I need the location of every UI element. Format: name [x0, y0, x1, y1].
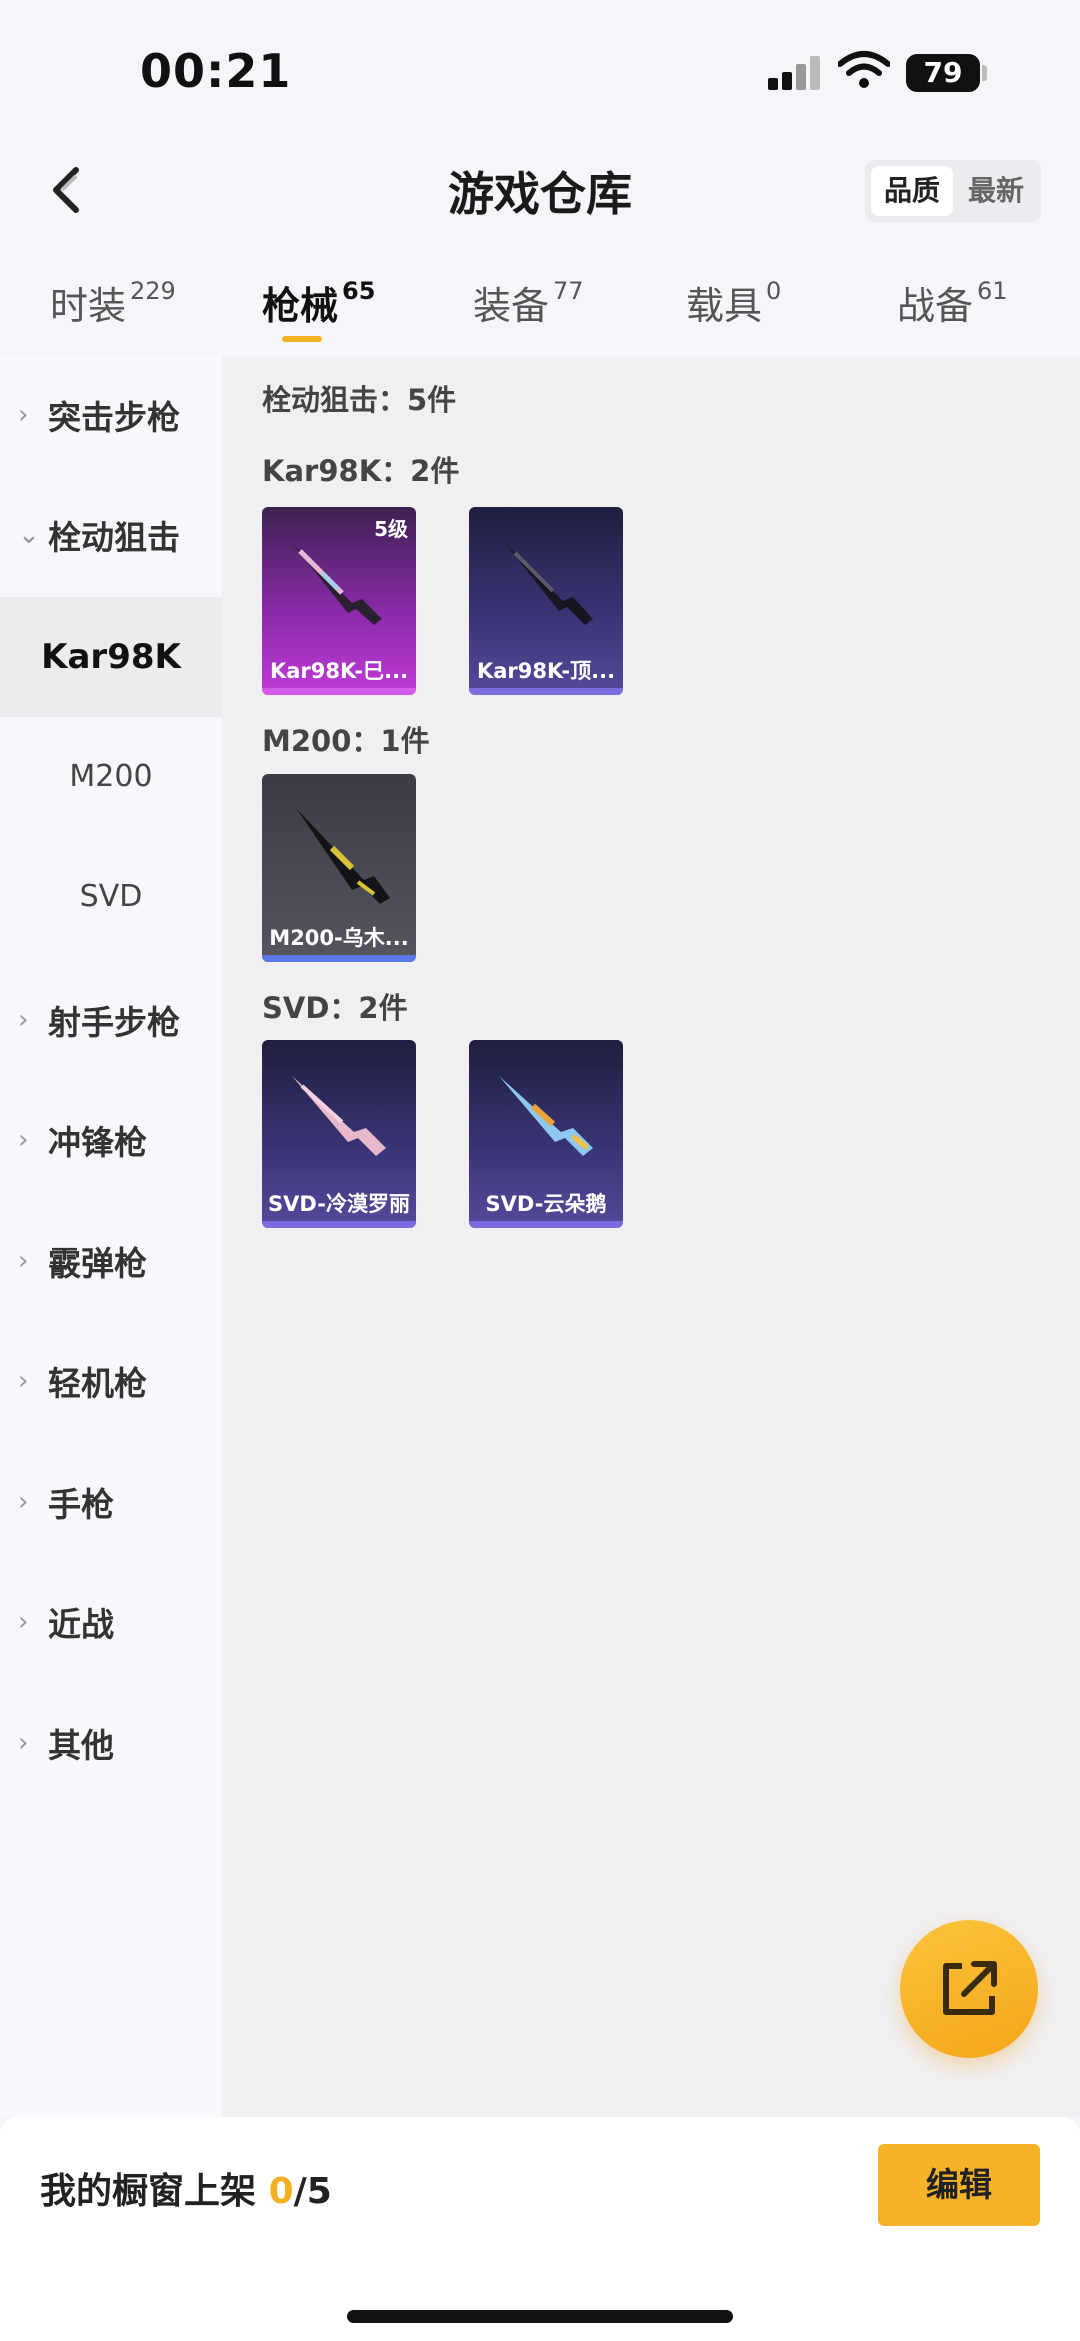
- rifle-icon: [292, 1076, 386, 1156]
- group-title: M200：1件: [262, 724, 430, 758]
- sidebar-item-pistol[interactable]: › 手枪: [0, 1462, 222, 1542]
- tab-count: 229: [130, 277, 176, 306]
- showcase-label: 我的橱窗上架 0/5: [40, 2162, 332, 2214]
- sort-newest-button[interactable]: 最新: [955, 166, 1037, 216]
- tab-label: 枪械: [262, 284, 339, 328]
- sidebar-item-assault-rifle[interactable]: › 突击步枪: [0, 375, 222, 455]
- sidebar-sub-m200[interactable]: M200: [0, 717, 222, 837]
- sidebar-item-label: 霰弹枪: [48, 1244, 147, 1283]
- rarity-bar: [262, 688, 416, 695]
- chevron-right-icon: ›: [18, 400, 29, 430]
- sidebar-item-label: 栓动狙击: [48, 518, 180, 557]
- chevron-right-icon: ›: [18, 1487, 29, 1517]
- chevron-right-icon: ›: [18, 1125, 29, 1155]
- tab-count: 0: [766, 277, 782, 306]
- tab-supplies[interactable]: 战备 61: [897, 275, 1008, 330]
- item-card[interactable]: SVD-冷漠罗丽: [262, 1040, 416, 1228]
- tab-fashion[interactable]: 时装 229: [50, 275, 176, 330]
- chevron-right-icon: ›: [18, 1366, 29, 1396]
- level-badge: 5级: [374, 517, 408, 541]
- tab-label: 装备: [473, 284, 550, 328]
- item-name: M200-乌木...: [269, 926, 409, 950]
- group-title: SVD：2件: [262, 991, 408, 1025]
- tab-equipment[interactable]: 装备 77: [473, 275, 584, 330]
- sidebar-sub-kar98k[interactable]: Kar98K: [0, 597, 222, 717]
- edit-button[interactable]: 编辑: [878, 2144, 1040, 2226]
- chevron-right-icon: ›: [18, 1607, 29, 1637]
- item-name: SVD-云朵鹅: [485, 1192, 607, 1216]
- sidebar-item-label: 轻机枪: [48, 1364, 147, 1403]
- sort-quality-button[interactable]: 品质: [871, 166, 953, 216]
- tab-vehicles[interactable]: 载具 0: [686, 275, 781, 330]
- tab-guns[interactable]: 枪械 65: [262, 275, 375, 330]
- sidebar: › 突击步枪 ⌄ 栓动狙击 Kar98K M200 SVD › 射手步枪 › 冲锋枪 ›…: [0, 357, 222, 2117]
- tab-indicator: [282, 336, 322, 342]
- item-name: SVD-冷漠罗丽: [268, 1192, 410, 1216]
- chevron-right-icon: ›: [18, 1246, 29, 1276]
- tab-count: 61: [977, 277, 1008, 306]
- sidebar-item-label: 手枪: [48, 1485, 114, 1524]
- showcase-count: 0: [268, 2171, 294, 2212]
- sidebar-item-label: 突击步枪: [48, 398, 180, 437]
- battery-cap: [982, 65, 987, 81]
- chevron-down-icon: ⌄: [18, 520, 40, 550]
- tab-label: 战备: [897, 284, 974, 328]
- item-name: Kar98K-巳...: [269, 659, 409, 683]
- tab-label: 载具: [686, 284, 763, 328]
- signal-icon: [768, 56, 824, 90]
- rifle-icon: [292, 543, 382, 625]
- tab-count: 77: [553, 277, 584, 306]
- rifle-icon: [296, 808, 390, 904]
- group-title: Kar98K：2件: [262, 454, 460, 488]
- tab-label: 时装: [50, 284, 127, 328]
- rarity-bar: [469, 1221, 623, 1228]
- sidebar-sub-svd[interactable]: SVD: [0, 837, 222, 957]
- item-name: Kar98K-顶...: [476, 659, 616, 683]
- chevron-right-icon: ›: [18, 1005, 29, 1035]
- showcase-total: /5: [293, 2171, 332, 2212]
- chevron-right-icon: ›: [18, 1728, 29, 1758]
- sidebar-item-label: 近战: [48, 1605, 114, 1644]
- sidebar-item-shotgun[interactable]: › 霰弹枪: [0, 1221, 222, 1301]
- item-card[interactable]: Kar98K-顶...: [469, 507, 623, 695]
- home-indicator[interactable]: [347, 2310, 733, 2323]
- rifle-icon: [505, 543, 593, 625]
- sidebar-item-other[interactable]: › 其他: [0, 1703, 222, 1783]
- sidebar-item-lmg[interactable]: › 轻机枪: [0, 1341, 222, 1421]
- tab-count: 65: [342, 277, 376, 306]
- status-time: 00:21: [140, 44, 292, 98]
- rarity-bar: [262, 955, 416, 962]
- rarity-bar: [262, 1221, 416, 1228]
- rarity-bar: [469, 688, 623, 695]
- share-icon: [943, 1961, 997, 2015]
- item-card[interactable]: 5级 Kar98K-巳...: [262, 507, 416, 695]
- item-card[interactable]: M200-乌木...: [262, 774, 416, 962]
- sort-toggle[interactable]: 品质 最新: [865, 160, 1041, 222]
- sidebar-item-smg[interactable]: › 冲锋枪: [0, 1100, 222, 1180]
- sidebar-item-label: 射手步枪: [48, 1003, 180, 1042]
- showcase-title: 我的橱窗上架: [40, 2171, 257, 2212]
- share-button[interactable]: [900, 1920, 1038, 2058]
- sidebar-item-melee[interactable]: › 近战: [0, 1582, 222, 1662]
- sidebar-item-bolt-sniper[interactable]: ⌄ 栓动狙击: [0, 495, 222, 575]
- sidebar-item-marksman-rifle[interactable]: › 射手步枪: [0, 980, 222, 1060]
- sidebar-item-label: 冲锋枪: [48, 1123, 147, 1162]
- item-card[interactable]: SVD-云朵鹅: [469, 1040, 623, 1228]
- section-title: 栓动狙击：5件: [262, 383, 457, 417]
- rifle-icon: [499, 1076, 593, 1156]
- battery-icon: 79: [906, 54, 980, 92]
- sidebar-item-label: 其他: [48, 1726, 114, 1765]
- wifi-icon: [838, 51, 890, 88]
